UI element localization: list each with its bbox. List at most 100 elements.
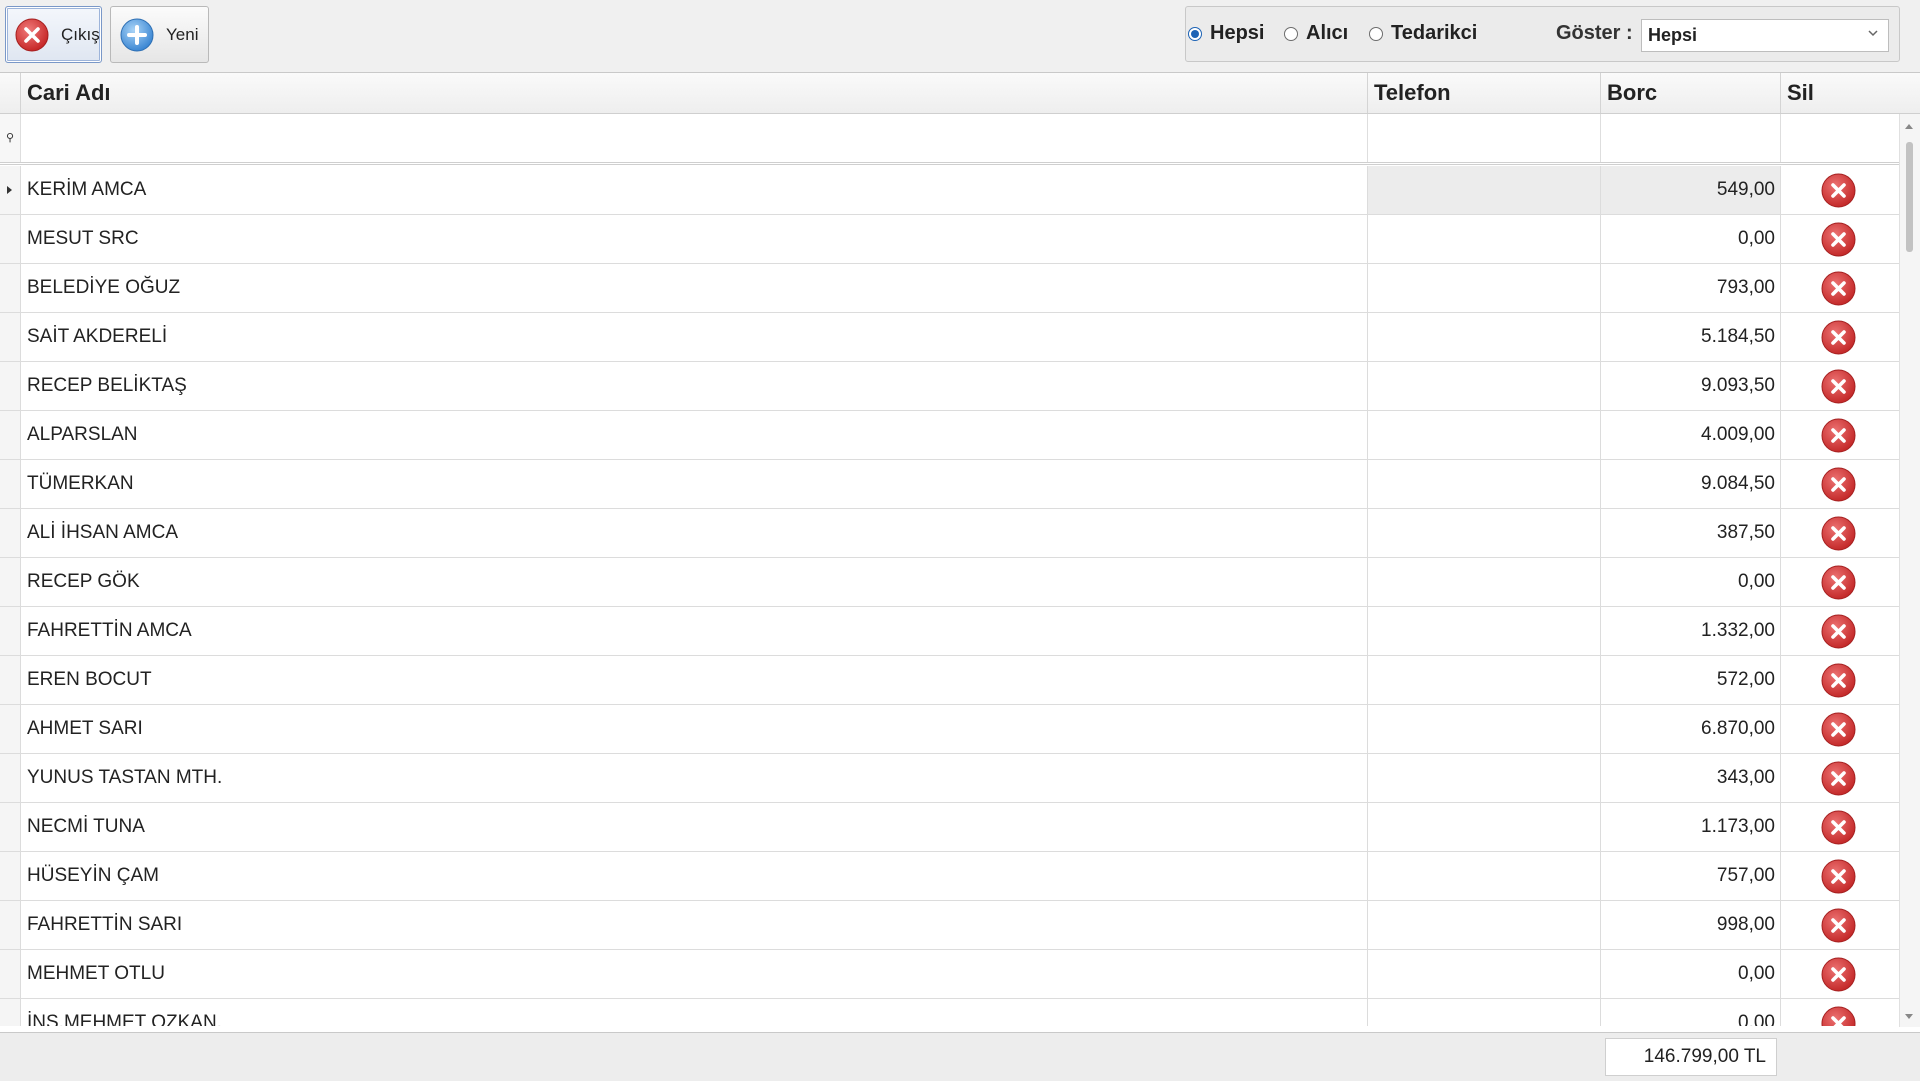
table-row[interactable]: NECMİ TUNA 1.173,00 — [0, 803, 1900, 852]
cell-phone[interactable] — [1367, 460, 1600, 508]
cell-delete[interactable] — [1780, 950, 1900, 998]
cell-name[interactable]: HÜSEYİN ÇAM — [20, 852, 1367, 900]
cell-phone[interactable] — [1367, 901, 1600, 949]
delete-icon[interactable] — [1821, 614, 1856, 649]
cell-debt[interactable]: 0,00 — [1600, 950, 1780, 998]
cell-delete[interactable] — [1780, 460, 1900, 508]
row-indicator[interactable] — [0, 999, 20, 1026]
cell-delete[interactable] — [1780, 215, 1900, 263]
cell-delete[interactable] — [1780, 705, 1900, 753]
table-row[interactable]: SAİT AKDERELİ 5.184,50 — [0, 313, 1900, 362]
cell-name[interactable]: FAHRETTİN AMCA — [20, 607, 1367, 655]
radio-tedarikci-option[interactable]: Tedarikci — [1369, 22, 1477, 45]
radio-hepsi-option[interactable]: Hepsi — [1188, 22, 1264, 45]
cell-name[interactable]: NECMİ TUNA — [20, 803, 1367, 851]
row-indicator[interactable] — [0, 950, 20, 998]
cell-delete[interactable] — [1780, 803, 1900, 851]
cell-name[interactable]: ALİ İHSAN AMCA — [20, 509, 1367, 557]
row-indicator[interactable] — [0, 901, 20, 949]
cell-phone[interactable] — [1367, 950, 1600, 998]
cell-debt[interactable]: 343,00 — [1600, 754, 1780, 802]
row-indicator[interactable] — [0, 313, 20, 361]
table-row[interactable]: EREN BOCUT 572,00 — [0, 656, 1900, 705]
column-header-name[interactable]: Cari Adı — [20, 73, 1367, 113]
cell-phone[interactable] — [1367, 754, 1600, 802]
row-indicator[interactable] — [0, 705, 20, 753]
table-row[interactable]: RECEP BELİKTAŞ 9.093,50 — [0, 362, 1900, 411]
cell-name[interactable]: FAHRETTİN SARI — [20, 901, 1367, 949]
row-indicator[interactable] — [0, 754, 20, 802]
cell-delete[interactable] — [1780, 656, 1900, 704]
delete-icon[interactable] — [1821, 957, 1856, 992]
row-indicator[interactable] — [0, 803, 20, 851]
row-indicator[interactable] — [0, 166, 20, 214]
cell-debt[interactable]: 5.184,50 — [1600, 313, 1780, 361]
cell-name[interactable]: KERİM AMCA — [20, 166, 1367, 214]
radio-alici-option[interactable]: Alıcı — [1284, 22, 1348, 45]
table-row[interactable]: KERİM AMCA 549,00 — [0, 166, 1900, 215]
cell-phone[interactable] — [1367, 411, 1600, 459]
cell-debt[interactable]: 998,00 — [1600, 901, 1780, 949]
delete-icon[interactable] — [1821, 320, 1856, 355]
cell-debt[interactable]: 9.084,50 — [1600, 460, 1780, 508]
cell-delete[interactable] — [1780, 264, 1900, 312]
delete-icon[interactable] — [1821, 418, 1856, 453]
row-indicator[interactable] — [0, 264, 20, 312]
table-row[interactable]: FAHRETTİN AMCA 1.332,00 — [0, 607, 1900, 656]
cell-name[interactable]: ALPARSLAN — [20, 411, 1367, 459]
table-row[interactable]: İNŞ.MEHMET OZKAN. 0,00 — [0, 999, 1900, 1026]
cell-name[interactable]: BELEDİYE OĞUZ — [20, 264, 1367, 312]
row-indicator[interactable] — [0, 656, 20, 704]
delete-icon[interactable] — [1821, 908, 1856, 943]
cell-delete[interactable] — [1780, 558, 1900, 606]
cell-debt[interactable]: 572,00 — [1600, 656, 1780, 704]
cell-name[interactable]: EREN BOCUT — [20, 656, 1367, 704]
cell-phone[interactable] — [1367, 705, 1600, 753]
delete-icon[interactable] — [1821, 810, 1856, 845]
delete-icon[interactable] — [1821, 173, 1856, 208]
table-row[interactable]: ALİ İHSAN AMCA 387,50 — [0, 509, 1900, 558]
cell-name[interactable]: İNŞ.MEHMET OZKAN. — [20, 999, 1367, 1026]
exit-button[interactable]: Çıkış — [5, 6, 102, 63]
row-indicator[interactable] — [0, 852, 20, 900]
filter-cell-debt[interactable] — [1600, 114, 1781, 162]
show-select[interactable]: Hepsi — [1641, 19, 1889, 52]
table-row[interactable]: MEHMET OTLU 0,00 — [0, 950, 1900, 999]
cell-debt[interactable]: 0,00 — [1600, 999, 1780, 1026]
delete-icon[interactable] — [1821, 467, 1856, 502]
row-indicator[interactable] — [0, 362, 20, 410]
cell-delete[interactable] — [1780, 754, 1900, 802]
cell-debt[interactable]: 0,00 — [1600, 558, 1780, 606]
cell-debt[interactable]: 1.173,00 — [1600, 803, 1780, 851]
cell-delete[interactable] — [1780, 901, 1900, 949]
table-row[interactable]: BELEDİYE OĞUZ 793,00 — [0, 264, 1900, 313]
column-header-debt[interactable]: Borc — [1600, 73, 1780, 113]
row-indicator[interactable] — [0, 558, 20, 606]
cell-name[interactable]: RECEP BELİKTAŞ — [20, 362, 1367, 410]
filter-cell-phone[interactable] — [1367, 114, 1601, 162]
cell-name[interactable]: AHMET SARI — [20, 705, 1367, 753]
cell-name[interactable]: MESUT SRC — [20, 215, 1367, 263]
cell-phone[interactable] — [1367, 313, 1600, 361]
row-indicator[interactable] — [0, 411, 20, 459]
delete-icon[interactable] — [1821, 369, 1856, 404]
vertical-scrollbar[interactable] — [1899, 114, 1920, 1027]
table-row[interactable]: AHMET SARI 6.870,00 — [0, 705, 1900, 754]
cell-name[interactable]: MEHMET OTLU — [20, 950, 1367, 998]
cell-phone[interactable] — [1367, 852, 1600, 900]
cell-phone[interactable] — [1367, 166, 1600, 214]
cell-delete[interactable] — [1780, 411, 1900, 459]
table-row[interactable]: ALPARSLAN 4.009,00 — [0, 411, 1900, 460]
cell-phone[interactable] — [1367, 264, 1600, 312]
cell-delete[interactable] — [1780, 166, 1900, 214]
cell-phone[interactable] — [1367, 509, 1600, 557]
row-indicator[interactable] — [0, 607, 20, 655]
cell-phone[interactable] — [1367, 803, 1600, 851]
new-button[interactable]: Yeni — [110, 6, 209, 63]
cell-phone[interactable] — [1367, 656, 1600, 704]
scrollbar-thumb[interactable] — [1906, 142, 1913, 252]
cell-phone[interactable] — [1367, 215, 1600, 263]
delete-icon[interactable] — [1821, 565, 1856, 600]
table-row[interactable]: TÜMERKAN 9.084,50 — [0, 460, 1900, 509]
cell-delete[interactable] — [1780, 313, 1900, 361]
